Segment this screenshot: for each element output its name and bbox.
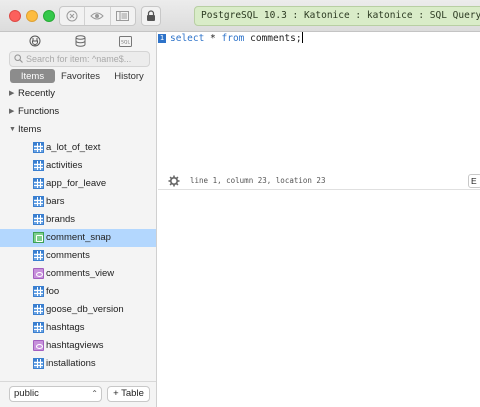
code-star: * xyxy=(204,33,222,44)
close-window-button[interactable] xyxy=(9,10,21,22)
stop-button[interactable] xyxy=(60,7,86,25)
list-item-selected[interactable]: comment_snap xyxy=(0,229,156,247)
minimize-window-button[interactable] xyxy=(26,10,38,22)
view-icon xyxy=(33,268,44,279)
table-icon xyxy=(33,178,44,189)
table-icon xyxy=(33,322,44,333)
sql-editor[interactable]: 1 select * from comments; xyxy=(158,32,480,172)
cursor-position: line 1, column 23, location 23 xyxy=(190,176,326,185)
add-table-button[interactable]: + Table xyxy=(107,386,150,402)
item-label: hashtags xyxy=(46,322,85,333)
toolbar-view-group xyxy=(59,6,136,26)
item-label: comments_view xyxy=(46,268,115,279)
item-label: comment_snap xyxy=(46,232,111,243)
results-area[interactable] xyxy=(158,191,480,407)
list-item[interactable]: hashtags xyxy=(0,319,156,337)
sidebar-toolbar: SQL xyxy=(0,32,156,50)
item-label: installations xyxy=(46,358,96,369)
disclosure-right-icon: ▶ xyxy=(9,90,15,97)
item-label: activities xyxy=(46,160,83,171)
section-label: Recently xyxy=(18,88,55,99)
tab-items[interactable]: Items xyxy=(10,69,55,83)
sidebar: SQL Search for item: ^name$... Items Fav… xyxy=(0,32,157,407)
view-icon xyxy=(33,340,44,351)
sql-icon[interactable]: SQL xyxy=(117,34,133,48)
schema-select[interactable]: public ⌃ xyxy=(9,386,102,402)
zoom-window-button[interactable] xyxy=(43,10,55,22)
layout-button[interactable] xyxy=(111,7,135,25)
list-item[interactable]: activities xyxy=(0,157,156,175)
title-bar: PostgreSQL 10.3 : Katonice : katonice : … xyxy=(0,0,480,32)
item-label: a_lot_of_text xyxy=(46,142,101,153)
table-icon xyxy=(33,196,44,207)
database-icon[interactable] xyxy=(72,34,88,48)
disclosure-down-icon: ▼ xyxy=(9,126,16,133)
list-item[interactable]: goose_db_version xyxy=(0,301,156,319)
list-item[interactable]: bars xyxy=(0,193,156,211)
table-icon xyxy=(33,142,44,153)
line-number: 1 xyxy=(158,34,166,43)
table-icon xyxy=(33,286,44,297)
stepper-icon: ⌃ xyxy=(91,389,98,398)
list-item[interactable]: app_for_leave xyxy=(0,175,156,193)
lock-button[interactable] xyxy=(141,6,161,26)
list-item[interactable]: brands xyxy=(0,211,156,229)
layout-icon xyxy=(116,11,130,21)
code-line[interactable]: select * from comments; xyxy=(170,32,303,45)
item-label: goose_db_version xyxy=(46,304,124,315)
preview-button[interactable] xyxy=(85,7,111,25)
disclosure-right-icon: ▶ xyxy=(9,108,15,115)
list-item[interactable]: hashtagviews xyxy=(0,337,156,355)
gear-icon[interactable] xyxy=(168,175,180,187)
item-label: hashtagviews xyxy=(46,340,104,351)
item-label: comments xyxy=(46,250,90,261)
explain-button[interactable]: E xyxy=(468,174,480,188)
section-functions[interactable]: ▶ Functions xyxy=(0,104,156,120)
table-icon xyxy=(33,250,44,261)
text-cursor xyxy=(301,32,303,43)
sidebar-footer: public ⌃ + Table xyxy=(0,381,156,407)
table-icon xyxy=(33,160,44,171)
svg-text:SQL: SQL xyxy=(121,39,130,45)
section-label: Functions xyxy=(18,106,60,117)
item-label: brands xyxy=(46,214,76,225)
tab-history[interactable]: History xyxy=(106,69,152,83)
search-placeholder: Search for item: ^name$... xyxy=(26,54,132,64)
list-item[interactable]: comments_view xyxy=(0,265,156,283)
list-item[interactable]: comments xyxy=(0,247,156,265)
eye-icon xyxy=(90,12,105,20)
section-items[interactable]: ▼ Items xyxy=(0,122,156,138)
schema-value: public xyxy=(14,388,39,399)
snapshot-icon xyxy=(33,232,44,243)
item-label: bars xyxy=(46,196,65,207)
list-item[interactable]: foo xyxy=(0,283,156,301)
editor-status-bar: line 1, column 23, location 23 E xyxy=(158,172,480,190)
table-icon xyxy=(33,214,44,225)
stop-icon xyxy=(66,10,78,22)
connection-status-bar: PostgreSQL 10.3 : Katonice : katonice : … xyxy=(194,6,480,26)
keyword-from: from xyxy=(221,33,245,44)
section-label: Items xyxy=(18,124,42,135)
code-rest: comments; xyxy=(244,33,302,44)
search-icon xyxy=(14,54,23,63)
search-input[interactable]: Search for item: ^name$... xyxy=(9,51,150,67)
table-icon xyxy=(33,304,44,315)
item-label: app_for_leave xyxy=(46,178,107,189)
keyword-select: select xyxy=(170,33,205,44)
section-recently[interactable]: ▶ Recently xyxy=(0,86,156,102)
table-icon xyxy=(33,358,44,369)
item-label: foo xyxy=(46,286,60,297)
connection-icon[interactable] xyxy=(27,34,43,48)
lock-icon xyxy=(147,10,155,21)
tab-favorites[interactable]: Favorites xyxy=(55,69,106,83)
sidebar-tabs: Items Favorites History xyxy=(10,69,152,83)
list-item[interactable]: a_lot_of_text xyxy=(0,139,156,157)
list-item[interactable]: installations xyxy=(0,355,156,373)
